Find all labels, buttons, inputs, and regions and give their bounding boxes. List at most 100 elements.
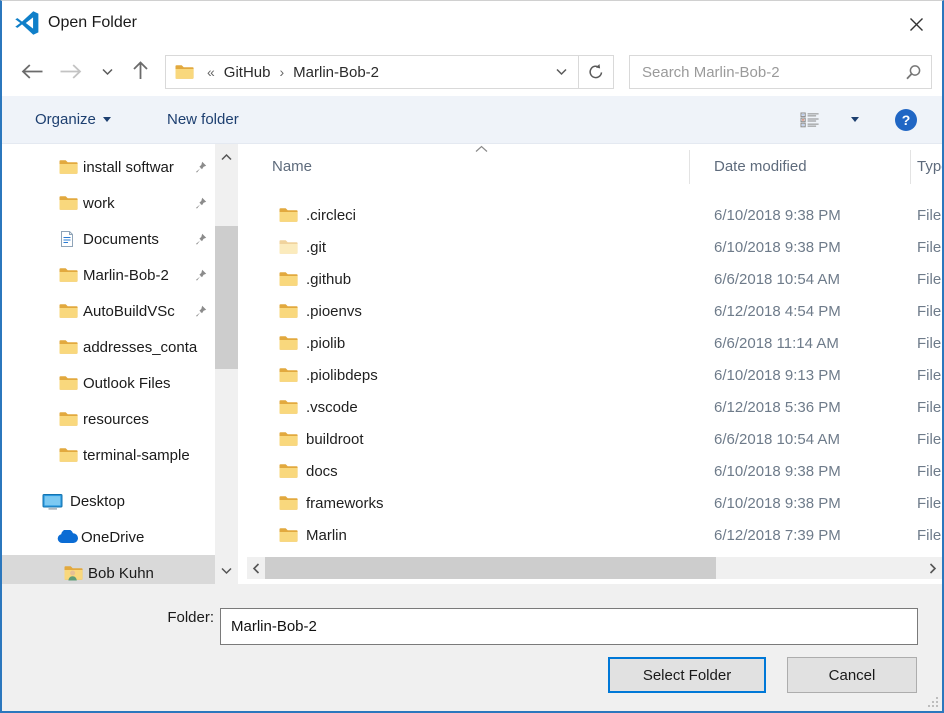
- file-row[interactable]: buildroot 6/6/2018 10:54 AM File folder: [247, 423, 942, 455]
- sidebar-scrollbar-thumb[interactable]: [215, 226, 238, 369]
- file-row[interactable]: .vscode 6/12/2018 5:36 PM File folder: [247, 391, 942, 423]
- sidebar-item-addresses-conta[interactable]: addresses_conta: [2, 329, 215, 365]
- file-date-modified: 6/10/2018 9:38 PM: [714, 463, 841, 480]
- folder-icon: [279, 303, 298, 319]
- folder-icon: [59, 447, 83, 463]
- file-row[interactable]: .github 6/6/2018 10:54 AM File folder: [247, 263, 942, 295]
- help-button[interactable]: ?: [895, 109, 917, 131]
- horizontal-scrollbar-thumb[interactable]: [265, 557, 716, 579]
- up-button[interactable]: [132, 60, 149, 81]
- sidebar-item-resources[interactable]: resources: [2, 401, 215, 437]
- sidebar-item-outlook-files[interactable]: Outlook Files: [2, 365, 215, 401]
- sidebar-item-documents[interactable]: Documents: [2, 221, 215, 257]
- select-folder-button[interactable]: Select Folder: [608, 657, 766, 693]
- organize-menu-button[interactable]: Organize: [35, 96, 111, 143]
- column-header-name[interactable]: Name: [272, 158, 312, 175]
- resize-grip[interactable]: [927, 696, 939, 708]
- folder-icon: [279, 399, 298, 415]
- view-options-caret[interactable]: [851, 117, 859, 122]
- file-row[interactable]: frameworks 6/10/2018 9:38 PM File folder: [247, 487, 942, 519]
- sidebar-item-install-softwar[interactable]: install softwar: [2, 149, 215, 185]
- file-type: File folder: [917, 367, 942, 384]
- file-type: File folder: [917, 207, 942, 224]
- search-icon[interactable]: [905, 64, 922, 81]
- documents-icon: [59, 230, 83, 248]
- address-folder-icon: [175, 64, 194, 80]
- file-row[interactable]: .piolibdeps 6/10/2018 9:13 PM File folde…: [247, 359, 942, 391]
- file-row[interactable]: docs 6/10/2018 9:38 PM File folder: [247, 455, 942, 487]
- file-type: File folder: [917, 399, 942, 416]
- file-row[interactable]: .circleci 6/10/2018 9:38 PM File folder: [247, 199, 942, 231]
- column-header-date-modified[interactable]: Date modified: [714, 158, 807, 175]
- sidebar-item-label: Desktop: [70, 493, 215, 510]
- folder-icon: [59, 159, 83, 175]
- dialog-footer: Folder: Select Folder Cancel: [2, 584, 942, 711]
- file-type: File folder: [917, 431, 942, 448]
- file-row[interactable]: Marlin 6/12/2018 7:39 PM File folder: [247, 519, 942, 551]
- folder-icon: [59, 375, 83, 391]
- file-name: .pioenvs: [306, 303, 362, 320]
- file-row[interactable]: .piolib 6/6/2018 11:14 AM File folder: [247, 327, 942, 359]
- column-divider[interactable]: [689, 150, 690, 184]
- file-date-modified: 6/6/2018 10:54 AM: [714, 431, 840, 448]
- file-date-modified: 6/12/2018 5:36 PM: [714, 399, 841, 416]
- file-date-modified: 6/12/2018 4:54 PM: [714, 303, 841, 320]
- user-folder-icon: [64, 565, 88, 581]
- file-type: File folder: [917, 271, 942, 288]
- sidebar-item-desktop[interactable]: Desktop: [2, 483, 215, 519]
- file-row[interactable]: .pioenvs 6/12/2018 4:54 PM File folder: [247, 295, 942, 327]
- file-row[interactable]: .git 6/10/2018 9:38 PM File folder: [247, 231, 942, 263]
- column-divider[interactable]: [910, 150, 911, 184]
- sidebar-item-label: addresses_conta: [83, 339, 215, 356]
- search-input[interactable]: [630, 56, 931, 88]
- file-date-modified: 6/6/2018 10:54 AM: [714, 271, 840, 288]
- change-view-button[interactable]: [800, 112, 820, 128]
- breadcrumb-item-github[interactable]: GitHub: [224, 64, 271, 81]
- folder-icon: [279, 335, 298, 351]
- forward-button[interactable]: [59, 63, 83, 80]
- sidebar-item-bob-kuhn[interactable]: Bob Kuhn: [2, 555, 215, 584]
- file-type: File folder: [917, 303, 942, 320]
- file-type: File folder: [917, 527, 942, 544]
- new-folder-button[interactable]: New folder: [167, 96, 239, 143]
- column-header-type[interactable]: Type: [917, 158, 942, 175]
- scroll-up-button[interactable]: [215, 144, 238, 170]
- sidebar-item-marlin-bob-2[interactable]: Marlin-Bob-2: [2, 257, 215, 293]
- file-list: Name Date modified Type .circleci 6/10/2…: [247, 144, 942, 584]
- folder-icon: [279, 271, 298, 287]
- file-type: File folder: [917, 335, 942, 352]
- sidebar-item-label: Outlook Files: [83, 375, 215, 392]
- folder-icon: [279, 207, 298, 223]
- scroll-down-button[interactable]: [215, 558, 238, 584]
- open-folder-dialog: Open Folder « GitHub ›: [0, 0, 944, 713]
- file-rows: .circleci 6/10/2018 9:38 PM File folder …: [247, 199, 942, 551]
- back-button[interactable]: [20, 63, 44, 80]
- pin-icon: [195, 197, 207, 209]
- file-name: .vscode: [306, 399, 358, 416]
- sidebar-item-onedrive[interactable]: OneDrive: [2, 519, 215, 555]
- recent-locations-button[interactable]: [102, 68, 113, 76]
- scroll-left-button[interactable]: [247, 557, 265, 579]
- folder-icon: [279, 527, 298, 543]
- sidebar-item-terminal-sample[interactable]: terminal-sample: [2, 437, 215, 473]
- pin-icon: [195, 305, 207, 317]
- breadcrumb-item-current[interactable]: Marlin-Bob-2: [293, 64, 379, 81]
- sidebar-item-label: terminal-sample: [83, 447, 215, 464]
- cancel-button[interactable]: Cancel: [787, 657, 917, 693]
- navigation-bar: « GitHub › Marlin-Bob-2: [2, 45, 942, 96]
- refresh-button[interactable]: [578, 56, 613, 88]
- sidebar-item-work[interactable]: work: [2, 185, 215, 221]
- vscode-logo-icon: [14, 10, 40, 36]
- file-name: .piolib: [306, 335, 345, 352]
- file-name: buildroot: [306, 431, 364, 448]
- address-dropdown-button[interactable]: [544, 56, 578, 88]
- scroll-right-button[interactable]: [924, 557, 942, 579]
- close-button[interactable]: [902, 11, 930, 37]
- folder-name-input[interactable]: [220, 608, 918, 645]
- onedrive-icon: [57, 530, 81, 544]
- command-toolbar: Organize New folder ?: [2, 96, 942, 144]
- address-bar[interactable]: « GitHub › Marlin-Bob-2: [165, 55, 614, 89]
- folder-field-label: Folder:: [152, 609, 214, 626]
- sidebar-item-autobuildvsc[interactable]: AutoBuildVSc: [2, 293, 215, 329]
- sidebar-scrollbar: [215, 144, 238, 584]
